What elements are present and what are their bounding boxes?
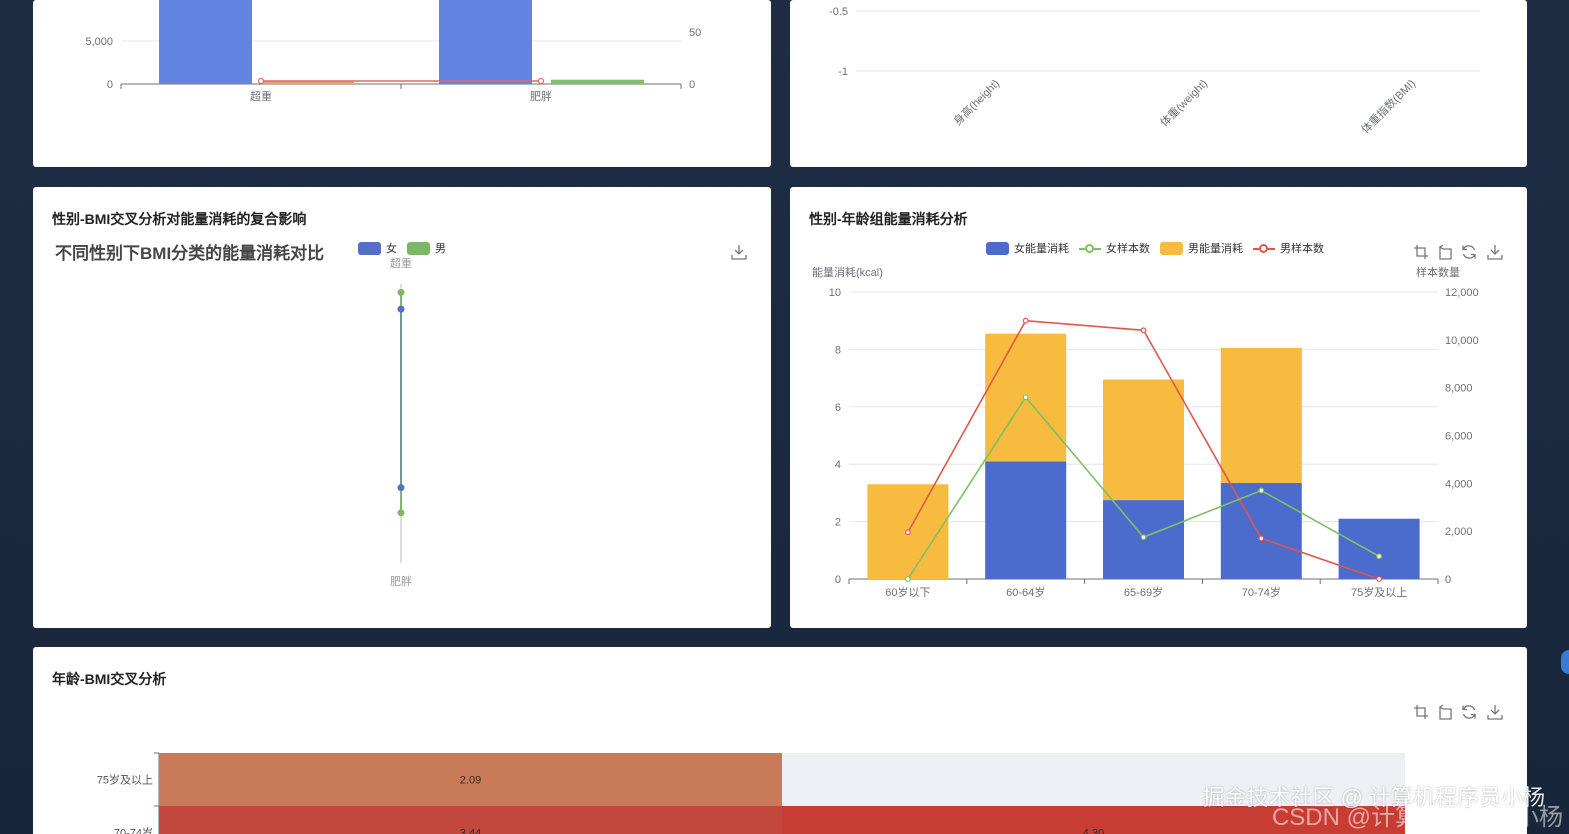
x-tick-label: 75岁及以上 (1351, 585, 1407, 599)
line-point (537, 77, 545, 85)
heatmap-cell-label: 4.30 (1083, 828, 1104, 834)
x-tick-label: 肥胖 (530, 90, 552, 103)
x-tick-label: 体重指数(BMI) (1358, 76, 1418, 136)
male-point (397, 288, 405, 296)
line-point (257, 77, 265, 85)
axis-bottom-label: 肥胖 (390, 575, 412, 588)
correlation-chart: -0.5 -1 身高(height) 体重(weight) 体重指数(BMI) (829, 6, 1480, 136)
y-tick-label: -0.5 (829, 6, 848, 18)
y2-tick-label: 0 (689, 79, 695, 91)
y-tick-label: 0 (107, 79, 113, 91)
female-count-point (1258, 487, 1265, 494)
y-tick-label: 4 (835, 459, 841, 471)
male-count-point (1258, 535, 1265, 542)
axis-top-label: 超重 (390, 256, 412, 270)
male-point (397, 509, 405, 517)
bar-series-3 (551, 79, 644, 84)
gender-age-chart: 能量消耗(kcal) 样本数量 0 2 4 6 8 10 0 2,000 4,000 6,000 8,0… (812, 265, 1479, 599)
bar-male-energy (1103, 379, 1184, 501)
x-tick-label: 65-69岁 (1124, 585, 1163, 599)
x-tick-label: 60岁以下 (885, 585, 930, 599)
bar-series-1 (439, 0, 532, 84)
y2-axis-name: 样本数量 (1416, 265, 1460, 279)
male-count-point (1140, 327, 1147, 334)
row-label: 70-74岁 (114, 826, 153, 834)
gender-bmi-chart: 超重肥胖 (390, 256, 412, 588)
bmi-energy-chart-card: 0 5,000 0 50 超重 肥胖 (33, 0, 771, 167)
x-tick-label: 60-64岁 (1006, 585, 1045, 599)
y-tick-label: 0 (835, 574, 841, 586)
x-tick-label: 超重 (250, 89, 272, 103)
y-tick-label: 5,000 (85, 36, 113, 48)
male-count-point (904, 529, 911, 536)
bar-series-1 (159, 0, 252, 84)
y-tick-label: 6 (835, 402, 841, 414)
bar-male-energy (1220, 347, 1302, 483)
x-tick-label: 体重(weight) (1157, 76, 1210, 129)
y2-tick-label: 50 (689, 27, 701, 39)
female-point (397, 305, 405, 313)
y-tick-label: -1 (838, 66, 848, 78)
female-count-point (1140, 534, 1147, 541)
x-tick-label: 身高(height) (950, 76, 1002, 128)
y2-tick-label: 4,000 (1445, 478, 1473, 490)
y-tick-label: 2 (835, 517, 841, 529)
female-point (397, 484, 405, 492)
y2-tick-label: 6,000 (1445, 431, 1473, 443)
female-count-point (1022, 394, 1029, 401)
y2-tick-label: 10,000 (1445, 335, 1479, 347)
bar-female-energy (985, 461, 1067, 579)
female-count-point (1376, 553, 1382, 560)
y-tick-label: 8 (835, 344, 841, 356)
side-scroll-handle[interactable] (1561, 650, 1569, 674)
watermark-secondary: CSDN @计算机程序员小杨 (1271, 804, 1563, 831)
male-count-point (1022, 317, 1029, 324)
correlation-chart-card: -0.5 -1 身高(height) 体重(weight) 体重指数(BMI) (790, 0, 1527, 167)
row-label: 75岁及以上 (97, 773, 153, 787)
heatmap-cell-label: 3.44 (460, 828, 481, 834)
y2-tick-label: 2,000 (1445, 526, 1473, 538)
bar-female-energy (1220, 482, 1302, 579)
y2-tick-label: 0 (1445, 574, 1451, 586)
female-count-point (904, 576, 911, 582)
y2-tick-label: 8,000 (1445, 383, 1473, 395)
bmi-energy-chart: 0 5,000 0 50 超重 肥胖 (85, 0, 701, 103)
y-axis-name: 能量消耗(kcal) (812, 265, 883, 279)
gender-bmi-card: 性别-BMI交叉分析对能量消耗的复合影响 不同性别下BMI分类的能量消耗对比 女… (33, 187, 771, 628)
male-count-point (1376, 576, 1382, 582)
x-tick-label: 70-74岁 (1242, 585, 1281, 599)
y-tick-label: 10 (829, 287, 841, 299)
heatmap-cell-label: 2.09 (460, 775, 481, 787)
y2-tick-label: 12,000 (1445, 287, 1479, 299)
gender-age-card: 性别-年龄组能量消耗分析 女能量消耗 女样本数 男能量消耗 男样本数 能量消耗(… (790, 187, 1527, 628)
